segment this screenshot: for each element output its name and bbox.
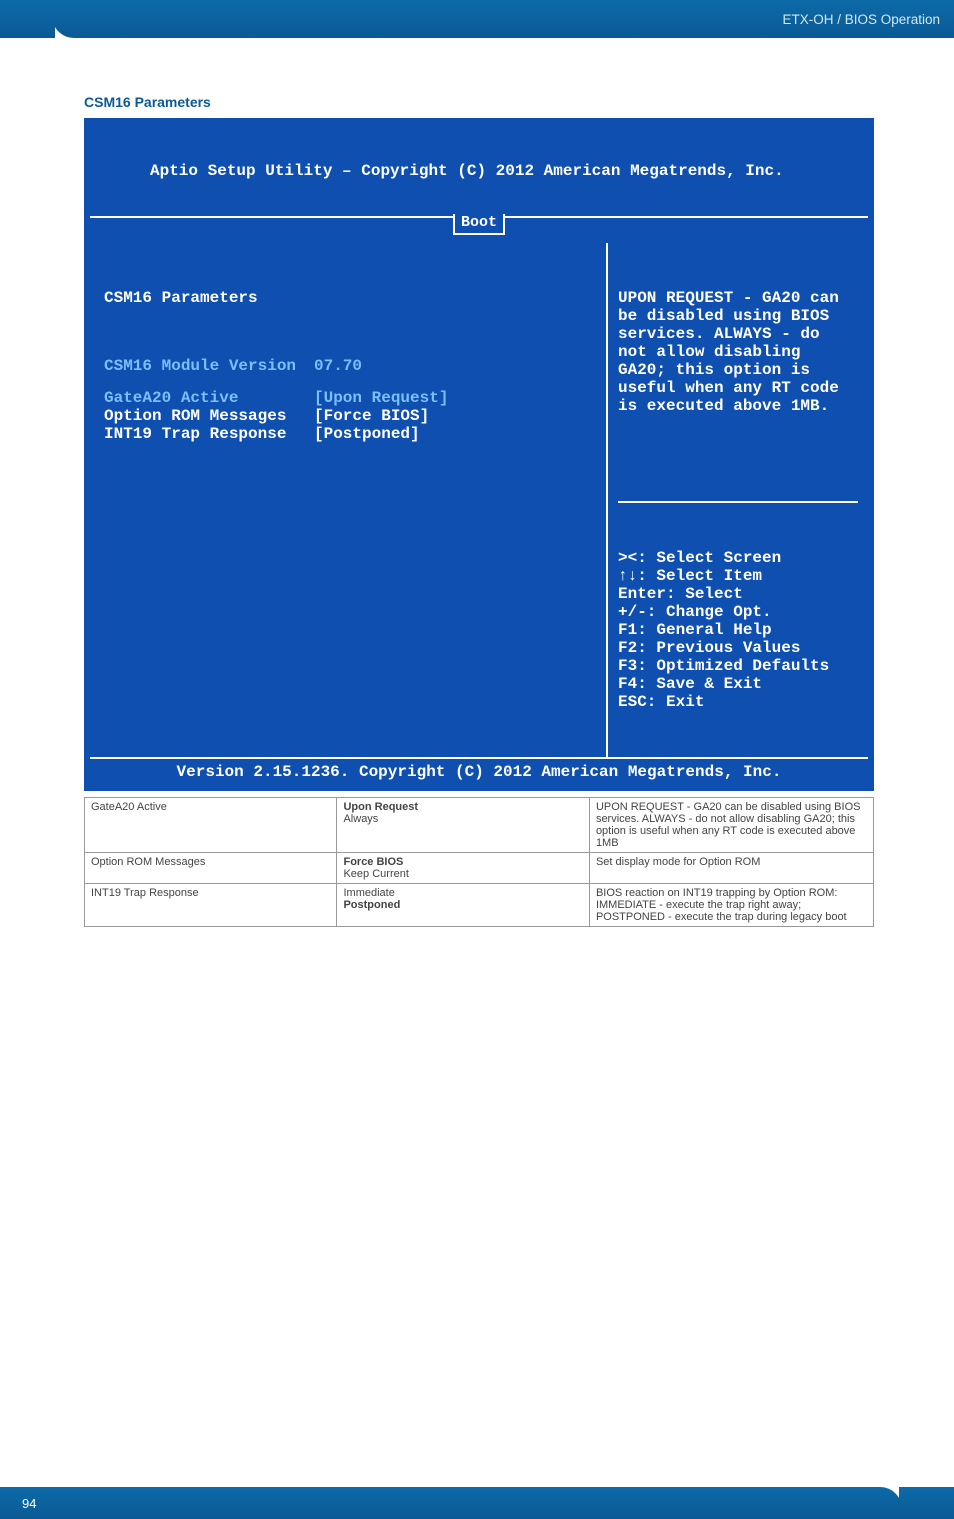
page-header: ETX-OH / BIOS Operation <box>52 0 954 38</box>
footer-accent-right <box>899 1487 954 1519</box>
option-name-cell: INT19 Trap Response <box>85 884 337 927</box>
bios-active-tab[interactable]: Boot <box>453 214 505 235</box>
option-values-cell: ImmediatePostponed <box>337 884 589 927</box>
bios-help-text: UPON REQUEST - GA20 can be disabled usin… <box>618 289 858 415</box>
option-desc-cell: BIOS reaction on INT19 trapping by Optio… <box>589 884 873 927</box>
table-row: GateA20 ActiveUpon RequestAlwaysUPON REQ… <box>85 798 874 853</box>
table-row: INT19 Trap ResponseImmediatePostponedBIO… <box>85 884 874 927</box>
option-values-cell: Upon RequestAlways <box>337 798 589 853</box>
option-name-cell: Option ROM Messages <box>85 853 337 884</box>
bios-help-panel: UPON REQUEST - GA20 can be disabled usin… <box>608 243 868 757</box>
bios-title-bar: Aptio Setup Utility – Copyright (C) 2012… <box>90 124 868 218</box>
option-desc-cell: UPON REQUEST - GA20 can be disabled usin… <box>589 798 873 853</box>
bios-key-hint: ><: Select Screen <box>618 549 858 567</box>
bios-setting-value: [Upon Request] <box>314 389 448 407</box>
option-value: Immediate <box>343 887 582 899</box>
option-values-cell: Force BIOSKeep Current <box>337 853 589 884</box>
option-name-cell: GateA20 Active <box>85 798 337 853</box>
bios-key-hint: F3: Optimized Defaults <box>618 657 858 675</box>
option-value: Postponed <box>343 899 582 911</box>
page-footer: 94 <box>0 1487 902 1519</box>
bios-version-footer: Version 2.15.1236. Copyright (C) 2012 Am… <box>90 757 868 785</box>
bios-title-text: Aptio Setup Utility – Copyright (C) 2012… <box>90 162 868 180</box>
bios-setting-row: CSM16 Module Version07.70 <box>104 357 596 375</box>
bios-setting-label: INT19 Trap Response <box>104 425 314 443</box>
bios-screenshot: Aptio Setup Utility – Copyright (C) 2012… <box>84 118 874 791</box>
bios-tab-row: Boot <box>90 217 868 243</box>
option-value: Upon Request <box>343 801 582 813</box>
bios-key-hint: F4: Save & Exit <box>618 675 858 693</box>
option-value: Force BIOS <box>343 856 582 868</box>
bios-setting-label: Option ROM Messages <box>104 407 314 425</box>
bios-setting-label: CSM16 Module Version <box>104 357 314 375</box>
breadcrumb: ETX-OH / BIOS Operation <box>782 12 940 27</box>
option-value: Always <box>343 813 582 825</box>
bios-setting-row[interactable]: INT19 Trap Response[Postponed] <box>104 425 596 443</box>
bios-key-hint: F2: Previous Values <box>618 639 858 657</box>
options-table: GateA20 ActiveUpon RequestAlwaysUPON REQ… <box>84 797 874 927</box>
bios-group-heading: CSM16 Parameters <box>104 289 596 307</box>
bios-key-hint: Enter: Select <box>618 585 858 603</box>
option-desc-cell: Set display mode for Option ROM <box>589 853 873 884</box>
bios-key-hint: ESC: Exit <box>618 693 858 711</box>
bios-setting-row[interactable]: GateA20 Active[Upon Request] <box>104 389 596 407</box>
bios-setting-label: GateA20 Active <box>104 389 314 407</box>
bios-key-hint: ↑↓: Select Item <box>618 567 858 585</box>
table-row: Option ROM MessagesForce BIOSKeep Curren… <box>85 853 874 884</box>
section-title: CSM16 Parameters <box>84 94 874 110</box>
bios-setting-row[interactable]: Option ROM Messages[Force BIOS] <box>104 407 596 425</box>
header-accent-left <box>0 0 55 38</box>
option-value: Keep Current <box>343 868 582 880</box>
bios-key-hint: +/-: Change Opt. <box>618 603 858 621</box>
bios-setting-value: [Force BIOS] <box>314 407 429 425</box>
page-number: 94 <box>22 1496 36 1511</box>
bios-key-hint: F1: General Help <box>618 621 858 639</box>
bios-left-panel: CSM16 Parameters CSM16 Module Version07.… <box>90 243 608 757</box>
bios-setting-value: 07.70 <box>314 357 362 375</box>
bios-setting-value: [Postponed] <box>314 425 420 443</box>
